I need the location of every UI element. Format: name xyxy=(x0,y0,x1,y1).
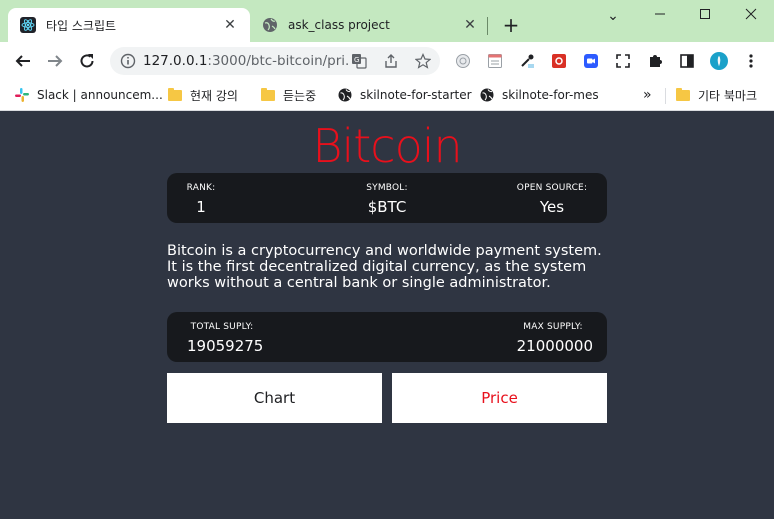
max-supply-item: MAX SUPPLY: 21000000 xyxy=(513,322,593,356)
chart-tab-button[interactable]: Chart xyxy=(167,373,382,423)
eyedropper-icon[interactable] xyxy=(518,52,536,70)
max-supply-label: MAX SUPPLY: xyxy=(523,322,583,332)
overview-panel: RANK: 1 SYMBOL: $BTC OPEN SOURCE: Yes xyxy=(167,173,607,223)
tab-title: ask_class project xyxy=(288,18,390,32)
screenshot-icon[interactable] xyxy=(614,52,632,70)
symbol-item: SYMBOL: $BTC xyxy=(337,183,437,217)
bookmark-star-icon[interactable] xyxy=(415,53,431,69)
bookmark-folder-other[interactable]: 기타 북마크 xyxy=(676,85,757,105)
slack-icon xyxy=(15,88,29,102)
bookmarks-divider xyxy=(665,88,666,104)
video-call-icon[interactable] xyxy=(582,52,600,70)
total-supply-label: TOTAL SUPLY: xyxy=(190,322,254,332)
reload-button[interactable] xyxy=(76,50,98,72)
tab-title: 타입 스크립트 xyxy=(46,18,117,33)
bookmarks-bar: Slack | announcem... 현재 강의 듣는중 skilnote-… xyxy=(0,80,774,111)
address-bar[interactable]: 127.0.0.1:3000/btc-bitcoin/pri... G xyxy=(110,47,440,75)
extension-circle-icon[interactable] xyxy=(454,52,472,70)
url-text: 127.0.0.1:3000/btc-bitcoin/pri... xyxy=(143,53,348,69)
rank-item: RANK: 1 xyxy=(183,183,219,217)
max-supply-value: 21000000 xyxy=(516,337,593,355)
translate-icon[interactable]: G xyxy=(351,53,367,69)
bookmark-label: skilnote-for-mes xyxy=(502,88,599,102)
back-arrow-icon xyxy=(15,55,30,67)
bookmark-label: skilnote-for-starter xyxy=(360,88,472,102)
new-tab-button[interactable]: + xyxy=(500,14,522,36)
total-supply-value: 19059275 xyxy=(187,337,264,355)
share-icon[interactable] xyxy=(383,53,399,69)
browser-toolbar: 127.0.0.1:3000/btc-bitcoin/pri... G xyxy=(0,42,774,80)
symbol-value: $BTC xyxy=(367,198,407,216)
rank-label: RANK: xyxy=(186,183,216,193)
close-tab-icon[interactable]: ✕ xyxy=(222,17,238,33)
forward-arrow-icon xyxy=(48,55,63,67)
reload-icon xyxy=(80,54,94,68)
chrome-menu-icon[interactable] xyxy=(742,52,760,70)
side-panel-icon[interactable] xyxy=(678,52,696,70)
coin-title: Bitcoin xyxy=(312,119,462,173)
total-supply-item: TOTAL SUPLY: 19059275 xyxy=(187,322,264,356)
tab-divider xyxy=(487,17,488,35)
rank-value: 1 xyxy=(196,198,206,216)
url-host: 127.0.0.1 xyxy=(143,53,208,69)
open-source-item: OPEN SOURCE: Yes xyxy=(507,183,597,217)
open-source-value: Yes xyxy=(539,198,565,216)
bookmark-skilnote-mes[interactable]: skilnote-for-mes xyxy=(480,85,599,105)
bookmark-label: Slack | announcem... xyxy=(37,88,163,102)
forward-button[interactable] xyxy=(44,50,66,72)
price-tab-button[interactable]: Price xyxy=(392,373,607,423)
bookmark-skilnote-starter[interactable]: skilnote-for-starter xyxy=(338,85,472,105)
tab-typescript[interactable]: 타입 스크립트 ✕ xyxy=(8,8,250,42)
tab-strip: 타입 스크립트 ✕ ask_class project ✕ + ⌄ xyxy=(0,0,774,42)
extension-red-icon[interactable] xyxy=(550,52,568,70)
globe-icon xyxy=(338,88,352,102)
site-info-icon xyxy=(120,53,136,69)
tab-ask-class-project[interactable]: ask_class project ✕ xyxy=(250,8,490,42)
minimize-button[interactable] xyxy=(645,6,675,26)
tab-search-icon[interactable]: ⌄ xyxy=(598,6,628,26)
open-source-label: OPEN SOURCE: xyxy=(516,183,588,193)
globe-icon xyxy=(480,88,494,102)
svg-text:G: G xyxy=(354,56,359,64)
bookmarks-overflow-button[interactable]: » xyxy=(643,85,652,105)
chevron-double-right-icon: » xyxy=(643,87,652,103)
bookmark-label: 기타 북마크 xyxy=(698,88,758,103)
profile-avatar-icon[interactable] xyxy=(710,52,728,70)
close-window-button[interactable] xyxy=(736,6,766,26)
maximize-button[interactable] xyxy=(690,6,720,26)
extensions-puzzle-icon[interactable] xyxy=(646,52,664,70)
react-icon xyxy=(20,17,36,33)
bookmark-folder-listening[interactable]: 듣는중 xyxy=(261,85,316,105)
folder-icon xyxy=(676,87,690,102)
folder-icon xyxy=(261,87,275,102)
symbol-label: SYMBOL: xyxy=(366,183,408,193)
back-button[interactable] xyxy=(12,50,34,72)
close-tab-icon[interactable]: ✕ xyxy=(462,17,478,33)
url-path: :3000/btc-bitcoin/pri... xyxy=(207,53,348,69)
folder-icon xyxy=(168,87,182,102)
bookmark-label: 듣는중 xyxy=(283,88,317,103)
globe-icon xyxy=(262,17,278,33)
bookmark-label: 현재 강의 xyxy=(190,88,238,103)
coin-page: Bitcoin RANK: 1 SYMBOL: $BTC OPEN SOURCE… xyxy=(0,112,774,519)
supply-panel: TOTAL SUPLY: 19059275 MAX SUPPLY: 210000… xyxy=(167,312,607,362)
extension-notes-icon[interactable] xyxy=(486,52,504,70)
bookmark-slack[interactable]: Slack | announcem... xyxy=(15,85,163,105)
coin-description: Bitcoin is a cryptocurrency and worldwid… xyxy=(167,243,602,291)
bookmark-folder-current-course[interactable]: 현재 강의 xyxy=(168,85,238,105)
